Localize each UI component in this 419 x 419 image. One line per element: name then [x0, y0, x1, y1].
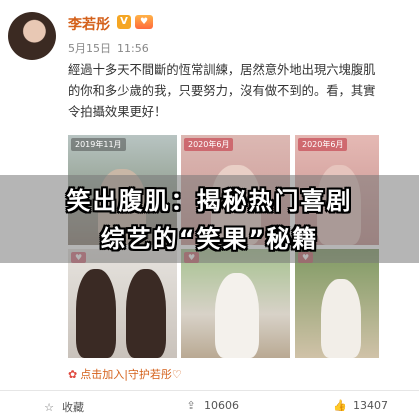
supertopic-label: 点击加入|守护若彤♡ [80, 368, 182, 381]
repost-count: 10606 [204, 399, 239, 412]
divider [0, 390, 419, 391]
photo-date-tag: 2019年11月 [71, 138, 126, 151]
author-name[interactable]: 李若彤 [68, 14, 110, 34]
thumbs-up-icon: 👍 [333, 399, 347, 412]
post-text-line: 的你和多少歲的我，只要努力，沒有做不到的。看，其實 [68, 84, 376, 98]
supertopic-link[interactable]: ✿ 点击加入|守护若彤♡ [68, 366, 182, 382]
post-text: 經過十多天不間斷的恆常訓練，居然意外地出現六塊腹肌 的你和多少歲的我，只要努力，… [68, 60, 418, 123]
favorite-button[interactable]: ☆ 收藏 [42, 399, 84, 415]
photo-date-tag: 2020年6月 [184, 138, 234, 151]
star-icon: ☆ [44, 401, 54, 414]
weibo-post-card: 李若彤 V ♥ 5月15日 11:56 經過十多天不間斷的恆常訓練，居然意外地出現… [0, 0, 419, 419]
headline-line-2: 综艺的“笑果”秘籍 [100, 225, 319, 253]
supertopic-icon: ✿ [68, 368, 78, 381]
fan-badge-icon: ♥ [135, 15, 153, 29]
author-avatar[interactable] [8, 12, 56, 60]
photo-5[interactable]: ♥ [181, 249, 290, 358]
headline-line-1: 笑出腹肌：揭秘热门喜剧 [66, 187, 353, 215]
photo-6[interactable]: ♥ [295, 249, 379, 358]
repost-icon: ⇪ [186, 399, 196, 412]
like-button[interactable]: 👍 13407 [333, 399, 388, 412]
post-meta: 5月15日 11:56 [68, 40, 155, 56]
verified-badge-icon: V [117, 15, 131, 29]
post-text-line: 經過十多天不間斷的恆常訓練，居然意外地出現六塊腹肌 [68, 63, 376, 77]
photo-date-tag: 2020年6月 [298, 138, 348, 151]
post-text-line: 令拍攝效果更好！ [68, 105, 167, 119]
action-bar: ☆ 收藏 ⇪ 10606 👍 13407 [0, 396, 419, 419]
favorite-label: 收藏 [62, 401, 84, 414]
post-date: 5月15日 [68, 42, 111, 55]
like-count: 13407 [353, 399, 388, 412]
repost-button[interactable]: ⇪ 10606 [184, 399, 239, 412]
photo-4[interactable]: ♥ [68, 249, 177, 358]
post-time: 11:56 [117, 42, 149, 55]
